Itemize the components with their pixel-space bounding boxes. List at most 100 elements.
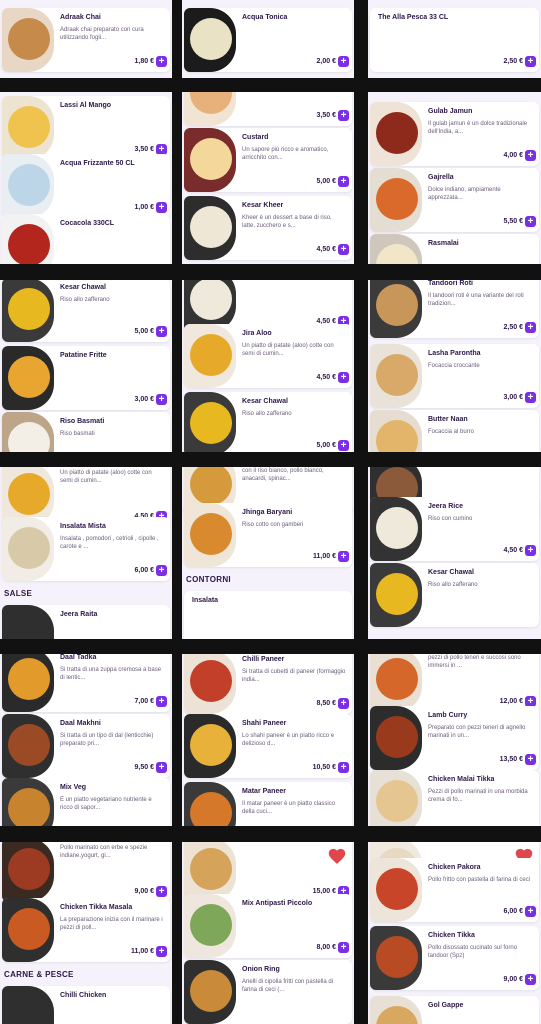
menu-item-card[interactable]: Lasha Parontha Focaccia croccante 3,00 € + — [370, 344, 539, 408]
menu-item-card[interactable]: Chicken Tikka Pollo disossato cucinato su… — [370, 926, 539, 990]
menu-item-card[interactable]: Jeera Rice Riso con cumino 4,50 € + — [370, 497, 539, 561]
favorite-heart-icon[interactable] — [328, 848, 346, 864]
menu-item-card[interactable]: Riso Basmati Riso basmati — [2, 412, 170, 452]
dish-photo — [2, 842, 54, 902]
add-to-cart-button[interactable]: + — [156, 762, 167, 773]
add-to-cart-button[interactable]: + — [525, 392, 536, 403]
item-description: Riso basmati — [60, 431, 95, 437]
add-to-cart-button[interactable]: + — [338, 942, 349, 953]
add-to-cart-button[interactable]: + — [338, 110, 349, 121]
item-description: Un piatto di patate (aloo) cotte con sem… — [60, 470, 152, 484]
dish-image — [8, 658, 50, 700]
menu-item-card[interactable]: Gulab Jamun Il gulab jamun è un dolce tra… — [370, 102, 539, 166]
menu-item-card[interactable]: Jhinga Baryani Riso cotto con gamberi 11,0… — [184, 503, 352, 567]
add-to-cart-button[interactable]: + — [338, 244, 349, 255]
item-price: 5,00 € — [134, 328, 154, 335]
menu-item-card[interactable]: Insalata Mista Insalata , pomodori , cetr… — [2, 517, 170, 581]
item-name: Kesar Chawal — [242, 398, 288, 405]
menu-item-card[interactable]: Cocacola 330CL — [2, 214, 170, 264]
add-to-cart-button[interactable]: + — [156, 56, 167, 67]
add-to-cart-button[interactable]: + — [156, 946, 167, 957]
menu-item-card[interactable]: Daal Tadka Si tratta di una zuppa cremosa… — [2, 654, 170, 712]
menu-panel: Kesar Chawal Riso allo zafferano 5,00 € + Pa… — [0, 280, 172, 452]
dish-image — [8, 788, 50, 826]
menu-item-card[interactable]: Gol Gappe — [370, 996, 539, 1024]
menu-item-card[interactable]: Pollo marinato con erbe e spezie indiane… — [2, 842, 170, 902]
menu-item-card[interactable]: Daal Makhni Si tratta di un tipo di dal (… — [2, 714, 170, 778]
item-price: 4,50 € — [503, 547, 523, 554]
menu-item-card[interactable]: Insalata — [184, 591, 352, 639]
menu-item-card[interactable]: Mix Veg È un piatto vegetariano nutriente… — [2, 778, 170, 826]
add-to-cart-button[interactable]: + — [525, 150, 536, 161]
menu-item-card[interactable]: Mix Antipasti Piccolo 8,00 € + — [184, 894, 352, 958]
menu-item-card[interactable]: Kesar Kheer Kheer è un dessert a base di … — [184, 196, 352, 260]
menu-item-card[interactable]: Rasmalai — [370, 234, 539, 264]
item-name: Acqua Tonica — [242, 14, 288, 21]
add-to-cart-button[interactable]: + — [156, 696, 167, 707]
menu-item-card[interactable]: Acqua Tonica 2,00 € + — [184, 8, 352, 72]
dish-image — [190, 848, 232, 890]
menu-item-card[interactable]: Lassi Al Mango 3,50 € + — [2, 96, 170, 160]
menu-item-card[interactable]: Patatine Fritte 3,00 € + — [2, 346, 170, 410]
add-to-cart-button[interactable]: + — [338, 762, 349, 773]
add-to-cart-button[interactable]: + — [156, 326, 167, 337]
menu-item-card[interactable]: The Alla Pesca 33 CL 2,50 € + — [370, 8, 539, 72]
menu-item-card[interactable]: Tandoori Roti Il tandoori roti è una vari… — [370, 280, 539, 338]
menu-item-card[interactable]: Onion Ring Anelli di cipolla fritti con p… — [184, 960, 352, 1024]
add-to-cart-button[interactable]: + — [525, 56, 536, 67]
menu-item-card[interactable]: Acqua Frizzante 50 CL 1,00 € + — [2, 154, 170, 218]
menu-item-card[interactable]: Shahi Paneer Lo shahi paneer è un piatto … — [184, 714, 352, 778]
item-name: Tandoori Roti — [428, 280, 473, 287]
menu-item-card[interactable]: Gajrella Dolce indiano, ampiamente apprez… — [370, 168, 539, 232]
menu-item-card[interactable]: Matar Paneer Il matar paneer è un piatto … — [184, 782, 352, 826]
add-to-cart-button[interactable]: + — [156, 565, 167, 576]
menu-item-card[interactable]: Chilli Chicken — [2, 986, 170, 1024]
dish-image — [190, 402, 232, 444]
menu-item-card[interactable]: Kesar Chawal Riso allo zafferano — [370, 563, 539, 627]
menu-item-card[interactable]: Kesar Chawal Riso allo zafferano 5,00 € + — [184, 392, 352, 452]
add-to-cart-button[interactable]: + — [156, 394, 167, 405]
dish-photo — [2, 214, 54, 264]
menu-item-card[interactable]: Lamb Curry Preparato con pezzi teneri di … — [370, 706, 539, 770]
item-name: Daal Makhni — [60, 720, 101, 727]
menu-item-card[interactable]: pezzi di pollo teneri e succosi sono imm… — [370, 654, 539, 712]
menu-item-card[interactable]: Kesar Chawal Riso allo zafferano 5,00 € + — [2, 280, 170, 342]
item-price: 8,50 € — [316, 700, 336, 707]
menu-item-card[interactable]: della tradizionale kulfi, u...3,50 €+ — [184, 92, 352, 126]
item-name: Adraak Chai — [60, 14, 101, 21]
add-to-cart-button[interactable]: + — [338, 440, 349, 451]
add-to-cart-button[interactable]: + — [156, 202, 167, 213]
menu-item-card[interactable]: Chilli Paneer Si tratta di cubetti di pan… — [184, 654, 352, 714]
add-to-cart-button[interactable]: + — [338, 176, 349, 187]
menu-item-card[interactable]: Adraak Chai Adraak chai preparato con cur… — [2, 8, 170, 72]
add-to-cart-button[interactable]: + — [156, 886, 167, 897]
dish-photo — [2, 8, 54, 72]
add-to-cart-button[interactable]: + — [338, 56, 349, 67]
menu-panel: Pollo marinato con erbe e spezie indiane… — [0, 842, 172, 1024]
add-to-cart-button[interactable]: + — [525, 322, 536, 333]
menu-item-card[interactable]: Chicken Malai Tikka Pezzi di pollo marina… — [370, 770, 539, 826]
dish-image — [190, 467, 232, 505]
item-name: Chicken Pakora — [428, 864, 481, 871]
dish-photo — [184, 128, 236, 192]
item-description: Riso con cumino — [428, 516, 473, 522]
menu-panel: Acqua Tonica 2,00 € + — [182, 0, 354, 78]
menu-item-card[interactable]: Custard Un sapore più ricco e aromatico, … — [184, 128, 352, 192]
add-to-cart-button[interactable]: + — [525, 216, 536, 227]
menu-item-card[interactable]: Jeera Raita — [2, 605, 170, 639]
menu-item-card[interactable]: Chicken Tikka Masala La preparazione iniz… — [2, 898, 170, 962]
menu-item-card[interactable]: Jira Aloo Un piatto di patate (aloo) cott… — [184, 324, 352, 388]
dish-image — [376, 936, 418, 978]
item-name: Jeera Raita — [60, 611, 98, 618]
add-to-cart-button[interactable]: + — [338, 698, 349, 709]
menu-item-card[interactable]: Chicken Pakora Pollo fritto con pastella … — [370, 858, 539, 922]
add-to-cart-button[interactable]: + — [338, 551, 349, 562]
menu-item-card[interactable]: Butter Naan Focaccia al burro — [370, 410, 539, 452]
add-to-cart-button[interactable]: + — [338, 372, 349, 383]
add-to-cart-button[interactable]: + — [525, 754, 536, 765]
add-to-cart-button[interactable]: + — [525, 906, 536, 917]
menu-item-card[interactable]: 15,00 € + — [184, 842, 352, 902]
item-name: Chicken Malai Tikka — [428, 776, 495, 783]
add-to-cart-button[interactable]: + — [525, 974, 536, 985]
add-to-cart-button[interactable]: + — [525, 545, 536, 556]
